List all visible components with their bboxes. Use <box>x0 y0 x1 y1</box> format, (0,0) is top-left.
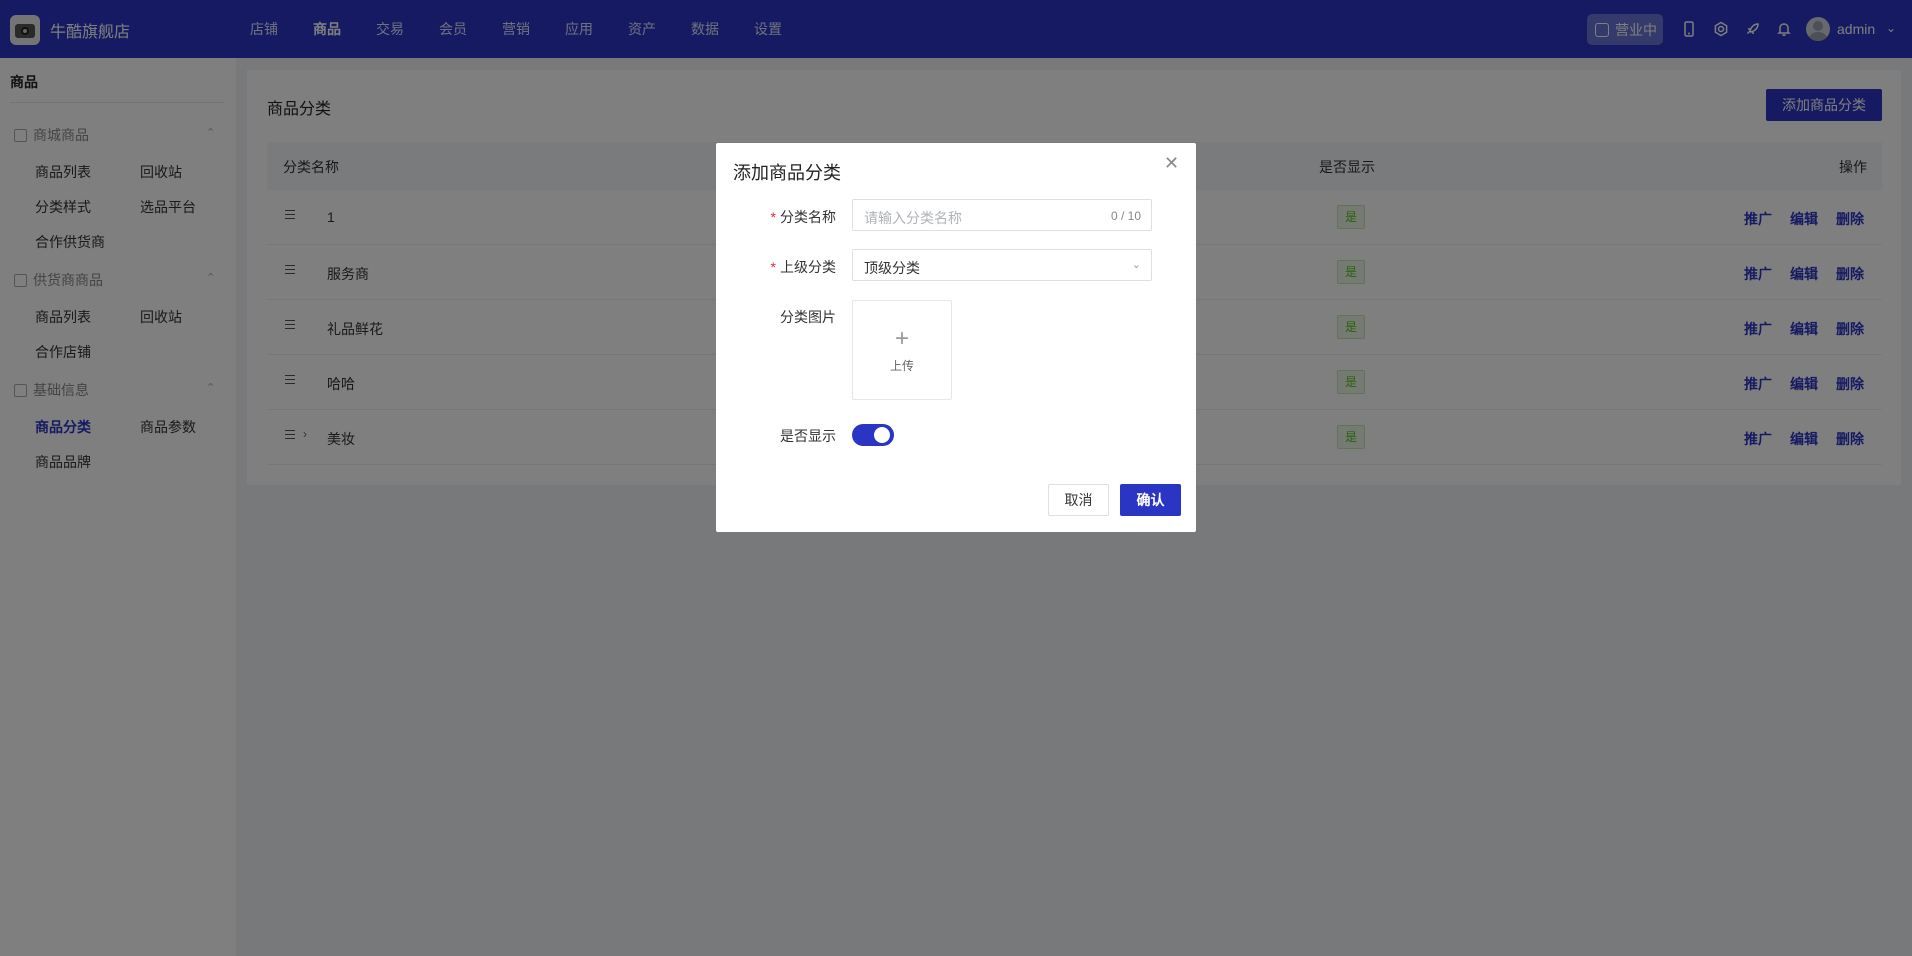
close-icon[interactable]: ✕ <box>1164 153 1179 174</box>
parent-category-label: * 上级分类 <box>716 257 836 277</box>
dialog-title: 添加商品分类 <box>733 163 841 183</box>
cancel-button[interactable]: 取消 <box>1048 484 1109 516</box>
toggle-knob <box>874 427 890 443</box>
plus-icon: + <box>894 325 909 352</box>
category-image-label: 分类图片 <box>780 309 836 325</box>
required-mark: * <box>770 209 776 225</box>
confirm-button[interactable]: 确认 <box>1120 484 1181 516</box>
image-upload[interactable]: + 上传 <box>852 300 952 400</box>
add-category-dialog: 添加商品分类 ✕ * 分类名称 请输入分类名称 0 / 10 * 上级分类 顶级分类… <box>716 143 1196 532</box>
show-toggle-label: 是否显示 <box>780 428 836 444</box>
show-toggle[interactable] <box>852 424 894 446</box>
chevron-down-icon: ⌄ <box>1131 259 1141 271</box>
parent-category-select[interactable]: 顶级分类 ⌄ <box>852 249 1152 281</box>
required-mark: * <box>770 259 776 275</box>
category-name-placeholder: 请输入分类名称 <box>864 210 962 226</box>
char-counter: 0 / 10 <box>1110 209 1141 223</box>
parent-category-value: 顶级分类 <box>864 260 920 276</box>
parent-category-label-text: 上级分类 <box>780 259 836 275</box>
category-name-label: * 分类名称 <box>716 207 836 227</box>
upload-label: 上传 <box>889 359 914 373</box>
category-name-input[interactable]: 请输入分类名称 0 / 10 <box>852 199 1152 231</box>
category-name-label-text: 分类名称 <box>780 209 836 225</box>
